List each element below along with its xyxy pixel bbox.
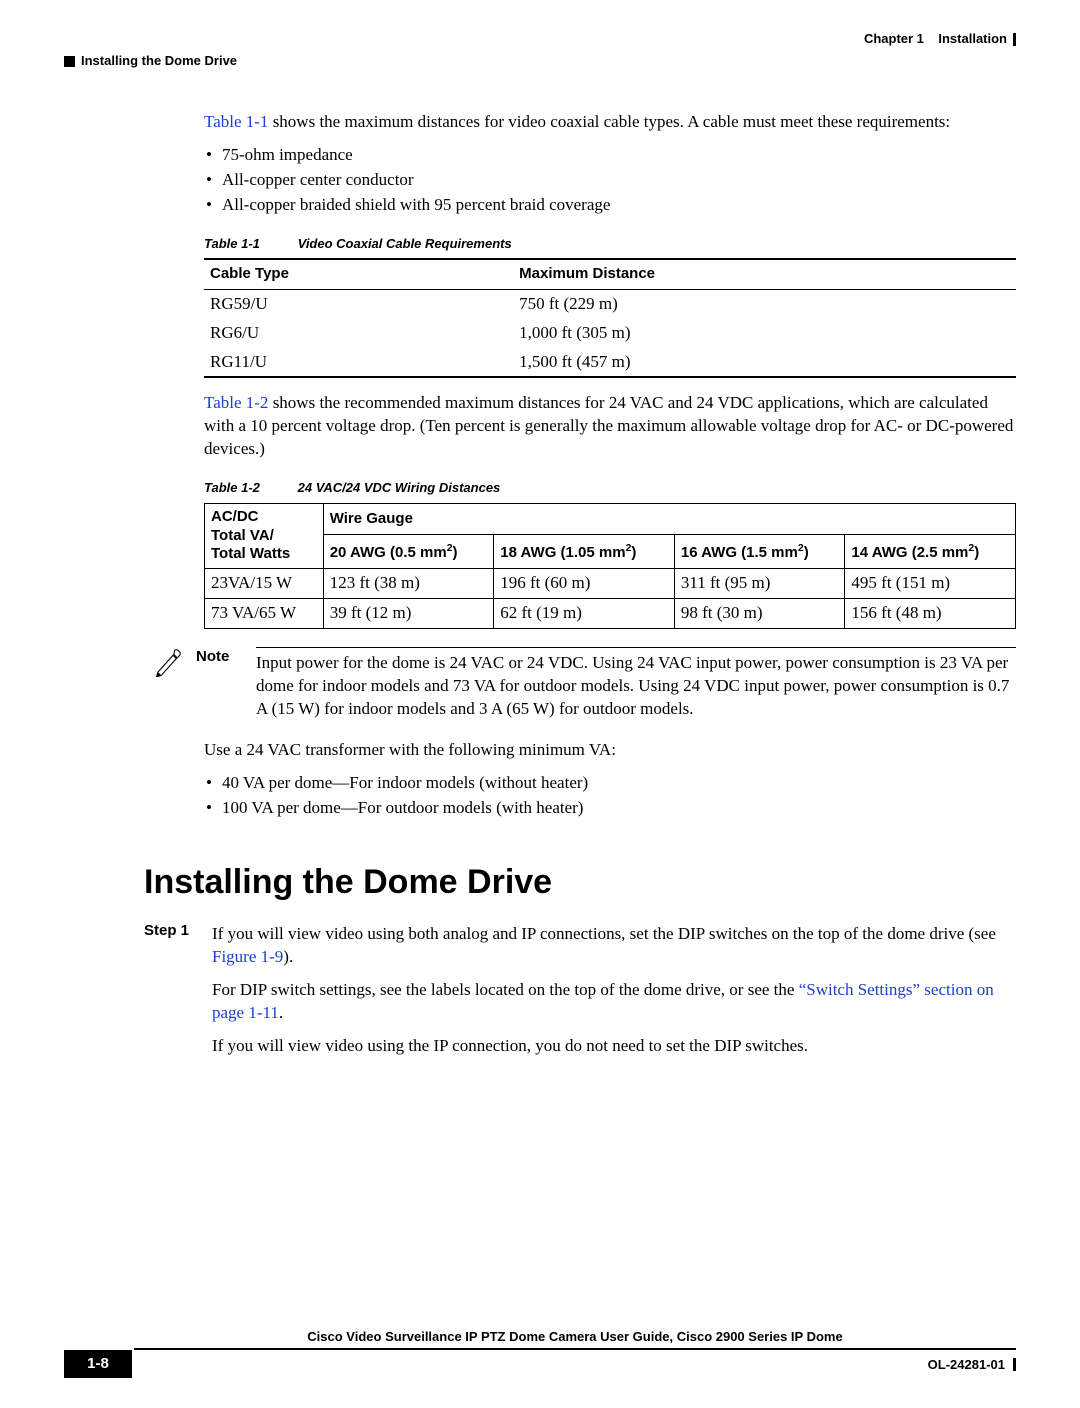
list-item: 75-ohm impedance xyxy=(224,144,1016,167)
figure-1-9-link[interactable]: Figure 1-9 xyxy=(212,947,283,966)
table-title: 24 VAC/24 VDC Wiring Distances xyxy=(298,480,501,495)
cell: 39 ft (12 m) xyxy=(323,599,494,629)
transformer-list: 40 VA per dome—For indoor models (withou… xyxy=(204,772,1016,820)
table-row: RG11/U 1,500 ft (457 m) xyxy=(204,348,1016,378)
table-title: Video Coaxial Cable Requirements xyxy=(298,236,512,251)
step-1: Step 1 If you will view video using both… xyxy=(144,919,1016,1068)
chapter-label: Chapter 1 xyxy=(864,31,924,46)
table-1-2-caption: Table 1-2 24 VAC/24 VDC Wiring Distances xyxy=(204,479,1016,497)
cell: 1,000 ft (305 m) xyxy=(513,319,1016,348)
note-label: Note xyxy=(196,647,242,721)
col-header: 18 AWG (1.05 mm2) xyxy=(494,535,675,569)
intro-paragraph: Table 1-1 shows the maximum distances fo… xyxy=(204,111,1016,134)
cell: RG6/U xyxy=(204,319,513,348)
table-1-1-caption: Table 1-1 Video Coaxial Cable Requiremen… xyxy=(204,235,1016,253)
list-item: All-copper braided shield with 95 percen… xyxy=(224,194,1016,217)
page-number: 1-8 xyxy=(64,1350,132,1378)
cell: 311 ft (95 m) xyxy=(674,569,845,599)
table-number: Table 1-2 xyxy=(204,479,294,497)
col-header: AC/DC Total VA/ Total Watts xyxy=(205,503,324,568)
note-block: Note Input power for the dome is 24 VAC … xyxy=(144,647,1016,721)
table-row: RG6/U 1,000 ft (305 m) xyxy=(204,319,1016,348)
list-item: All-copper center conductor xyxy=(224,169,1016,192)
section-marker-icon xyxy=(64,56,75,67)
table-row: 73 VA/65 W 39 ft (12 m) 62 ft (19 m) 98 … xyxy=(205,599,1016,629)
cell: 750 ft (229 m) xyxy=(513,289,1016,318)
table-1-1-link[interactable]: Table 1-1 xyxy=(204,112,268,131)
cell: 156 ft (48 m) xyxy=(845,599,1016,629)
chapter-title: Installation xyxy=(938,31,1007,46)
cell: 23VA/15 W xyxy=(205,569,324,599)
cell: 196 ft (60 m) xyxy=(494,569,675,599)
footer-bar-icon xyxy=(1013,1358,1016,1371)
col-header: 14 AWG (2.5 mm2) xyxy=(845,535,1016,569)
list-item: 100 VA per dome—For outdoor models (with… xyxy=(224,797,1016,820)
table-1-2-link[interactable]: Table 1-2 xyxy=(204,393,268,412)
mid-paragraph: Table 1-2 shows the recommended maximum … xyxy=(204,392,1016,461)
requirements-list: 75-ohm impedance All-copper center condu… xyxy=(204,144,1016,217)
note-text: Input power for the dome is 24 VAC or 24… xyxy=(256,647,1016,721)
cell: 123 ft (38 m) xyxy=(323,569,494,599)
section-title: Installing the Dome Drive xyxy=(81,52,237,70)
cell: 62 ft (19 m) xyxy=(494,599,675,629)
step-paragraph: If you will view video using the IP conn… xyxy=(212,1035,1016,1058)
page-heading: Installing the Dome Drive xyxy=(144,860,1016,906)
col-group-header: Wire Gauge xyxy=(323,503,1015,535)
running-header-left: Installing the Dome Drive xyxy=(64,52,1016,72)
transformer-paragraph: Use a 24 VAC transformer with the follow… xyxy=(204,739,1016,762)
cell: 495 ft (151 m) xyxy=(845,569,1016,599)
pencil-icon xyxy=(154,647,182,684)
col-header: 20 AWG (0.5 mm2) xyxy=(323,535,494,569)
col-header: 16 AWG (1.5 mm2) xyxy=(674,535,845,569)
col-header: Maximum Distance xyxy=(513,259,1016,289)
table-row: RG59/U 750 ft (229 m) xyxy=(204,289,1016,318)
cell: RG11/U xyxy=(204,348,513,378)
col-header: Cable Type xyxy=(204,259,513,289)
cell: 73 VA/65 W xyxy=(205,599,324,629)
table-1-2: AC/DC Total VA/ Total Watts Wire Gauge 2… xyxy=(204,503,1016,629)
table-row: 23VA/15 W 123 ft (38 m) 196 ft (60 m) 31… xyxy=(205,569,1016,599)
list-item: 40 VA per dome—For indoor models (withou… xyxy=(224,772,1016,795)
step-label: Step 1 xyxy=(144,919,194,1068)
step-paragraph: For DIP switch settings, see the labels … xyxy=(212,979,1016,1025)
cell: RG59/U xyxy=(204,289,513,318)
intro-text: shows the maximum distances for video co… xyxy=(268,112,950,131)
header-line: Total Watts xyxy=(211,545,290,562)
header-line: AC/DC xyxy=(211,508,259,525)
table-number: Table 1-1 xyxy=(204,235,294,253)
header-bar-icon xyxy=(1013,33,1016,46)
cell: 1,500 ft (457 m) xyxy=(513,348,1016,378)
running-header-right: Chapter 1 Installation xyxy=(64,30,1016,50)
page-footer: Cisco Video Surveillance IP PTZ Dome Cam… xyxy=(64,1328,1016,1378)
mid-text: shows the recommended maximum distances … xyxy=(204,393,1013,458)
doc-id: OL-24281-01 xyxy=(928,1356,1005,1374)
step-paragraph: If you will view video using both analog… xyxy=(212,923,1016,969)
book-title: Cisco Video Surveillance IP PTZ Dome Cam… xyxy=(134,1328,1016,1350)
header-line: Total VA/ xyxy=(211,527,274,544)
table-1-1: Cable Type Maximum Distance RG59/U 750 f… xyxy=(204,258,1016,378)
cell: 98 ft (30 m) xyxy=(674,599,845,629)
